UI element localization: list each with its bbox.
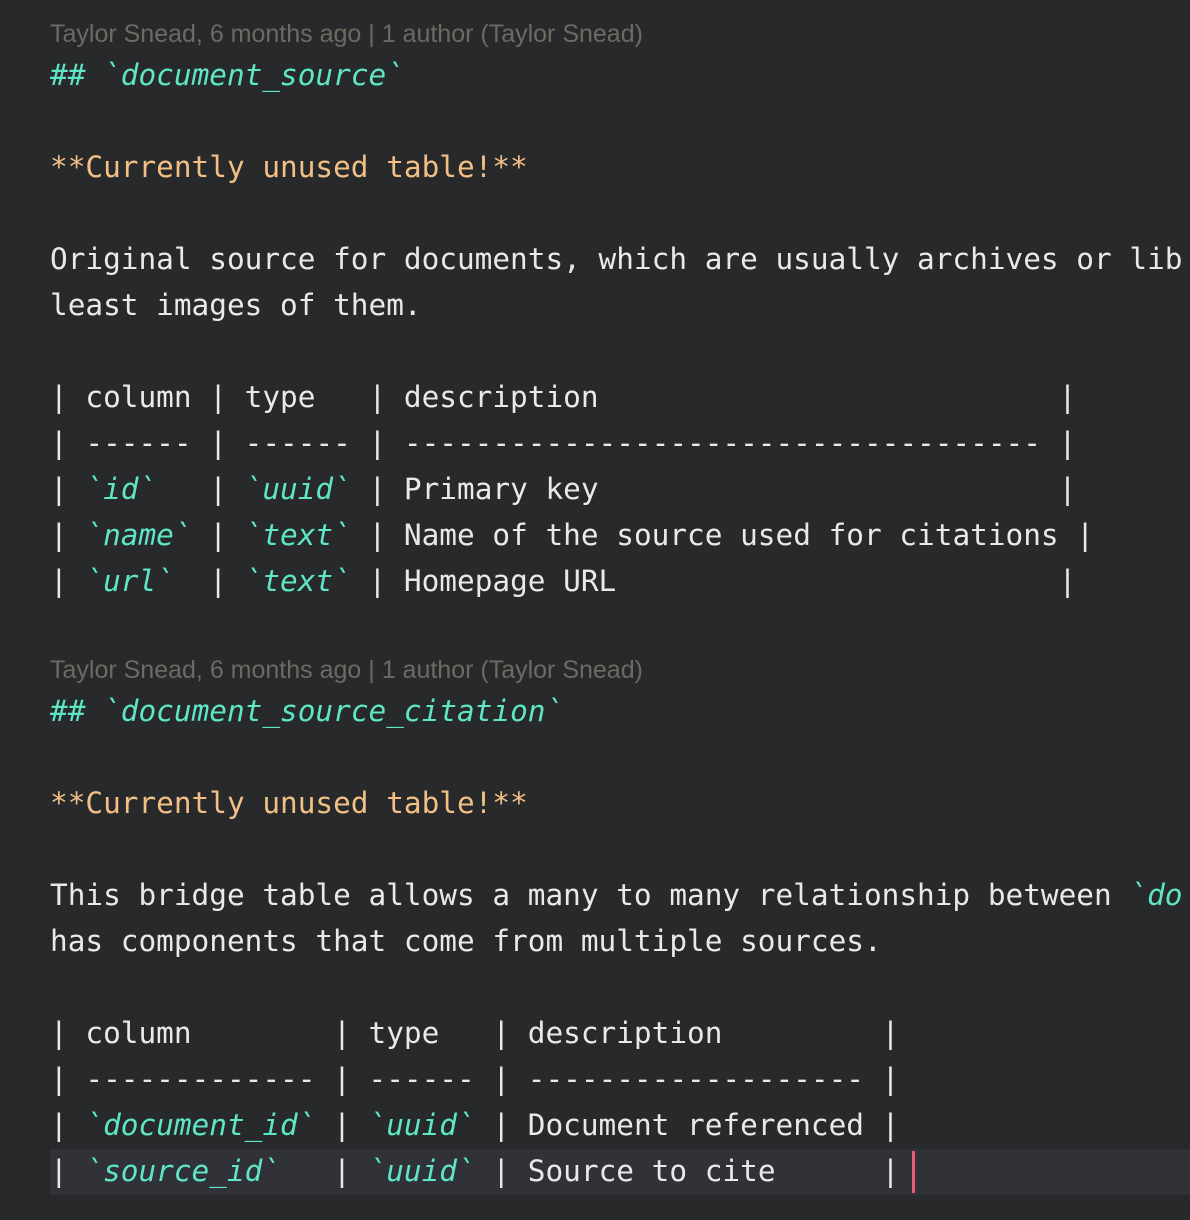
heading-prefix: ## [50,694,104,728]
table-text: | Homepage URL | [350,564,1077,598]
table-text: | [50,472,86,506]
table-text: | Primary key | [350,472,1077,506]
table-text: | [50,518,86,552]
table-inline-code: `uuid` [244,472,351,506]
table-row-line[interactable]: | column | type | description | [50,374,1076,420]
heading-line[interactable]: ## `document_source` [50,52,404,98]
heading-code: `document_source_citation` [103,694,564,728]
table-text: | Document referenced | [474,1108,900,1142]
table-row-line[interactable]: | `name` | `text` | Name of the source u… [50,512,1094,558]
table-text: | [315,1108,369,1142]
table-inline-code: `name` [85,518,192,552]
table-text: | column | type | description | [50,1016,900,1050]
table-inline-code: `document_id` [85,1108,316,1142]
bold-note-line[interactable]: **Currently unused table!** [50,144,528,190]
table-text: | Source to cite | [474,1154,900,1188]
table-text: | [191,518,245,552]
table-row-line[interactable]: | ------ | ------ | --------------------… [50,420,1076,466]
table-text: | [156,472,245,506]
table-inline-code: `uuid` [368,1108,475,1142]
table-row-line[interactable]: | `source_id` | `uuid` | Source to cite … [50,1148,899,1194]
table-inline-code: `source_id` [85,1154,281,1188]
paragraph-line[interactable]: least images of them. [50,282,422,328]
table-text: | ------------- | ------ | -------------… [50,1062,900,1096]
git-blame-annotation[interactable]: Taylor Snead, 6 months ago | 1 author (T… [50,653,643,687]
table-text: | [50,564,86,598]
paragraph-text: This bridge table allows a many to many … [50,878,1130,912]
git-blame-annotation[interactable]: Taylor Snead, 6 months ago | 1 author (T… [50,17,643,51]
heading-code: `document_source` [103,58,404,92]
table-row-line[interactable]: | ------------- | ------ | -------------… [50,1056,899,1102]
heading-prefix: ## [50,58,104,92]
table-inline-code: `id` [85,472,157,506]
table-text: | [280,1154,369,1188]
heading-line[interactable]: ## `document_source_citation` [50,688,563,734]
table-text: | ------ | ------ | --------------------… [50,426,1077,460]
table-row-line[interactable]: | `id` | `uuid` | Primary key | [50,466,1076,512]
table-text: | [50,1154,86,1188]
bold-note-line[interactable]: **Currently unused table!** [50,780,528,826]
paragraph-line[interactable]: This bridge table allows a many to many … [50,872,1182,918]
table-inline-code: `uuid` [368,1154,475,1188]
table-inline-code: `text` [244,518,351,552]
paragraph-line[interactable]: Original source for documents, which are… [50,236,1182,282]
table-row-line[interactable]: | `document_id` | `uuid` | Document refe… [50,1102,899,1148]
paragraph-line[interactable]: has components that come from multiple s… [50,918,882,964]
table-text: | Name of the source used for citations … [350,518,1095,552]
table-inline-code: `url` [85,564,174,598]
table-text: | column | type | description | [50,380,1077,414]
paragraph-inline-code: `do [1129,878,1183,912]
table-inline-code: `text` [244,564,351,598]
markdown-editor[interactable]: Taylor Snead, 6 months ago | 1 author (T… [0,0,1190,1220]
table-text: | [50,1108,86,1142]
table-row-line[interactable]: | `url` | `text` | Homepage URL | [50,558,1076,604]
table-text: | [173,564,245,598]
text-cursor [912,1151,915,1193]
table-row-line[interactable]: | column | type | description | [50,1010,899,1056]
